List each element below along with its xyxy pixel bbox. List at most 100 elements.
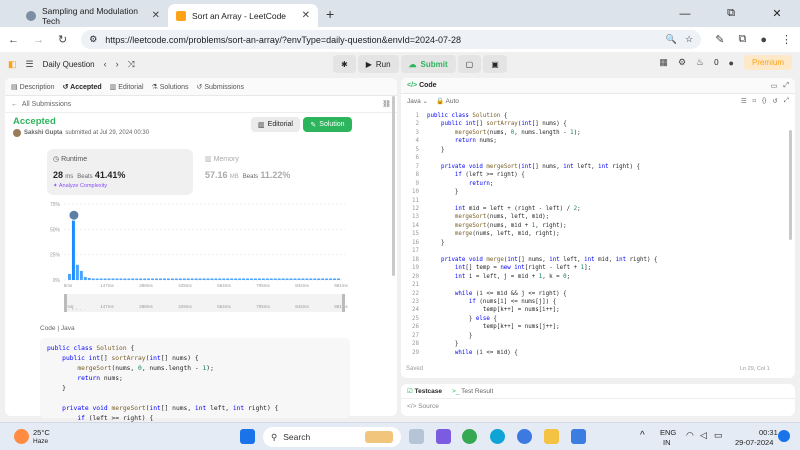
- restore-button[interactable]: ⧉: [708, 7, 754, 20]
- chart-bar[interactable]: [198, 278, 202, 280]
- settings-icon[interactable]: ⚙: [678, 57, 686, 68]
- whiteboard-button[interactable]: ▣: [483, 55, 507, 73]
- minimize-panel-icon[interactable]: ▭: [771, 82, 778, 90]
- tab-submissions[interactable]: ↺ Submissions: [197, 83, 245, 91]
- chart-bar[interactable]: [293, 278, 297, 280]
- slider-handle-right[interactable]: [342, 294, 345, 312]
- runtime-distribution-chart[interactable]: 75% 50% 25% 0%5ms 147ms 288ms 429ms 564ms 705ms 8…: [40, 198, 350, 318]
- chart-bar[interactable]: [238, 278, 242, 280]
- store-icon[interactable]: [571, 429, 586, 444]
- chart-bar[interactable]: [151, 278, 155, 280]
- chart-bar[interactable]: [313, 278, 317, 280]
- close-window-button[interactable]: ✕: [754, 7, 800, 20]
- editor-code[interactable]: public class Solution { public int[] sor…: [427, 112, 658, 357]
- runtime-card[interactable]: ◷ Runtime 28 ms Beats 41.41% ✦ Analyze Co…: [47, 149, 193, 195]
- user-avatar-icon[interactable]: ●: [729, 58, 734, 68]
- chart-bar[interactable]: [123, 278, 127, 280]
- chart-bar[interactable]: [325, 278, 329, 280]
- left-scrollbar[interactable]: [392, 96, 395, 276]
- code-tab[interactable]: </> Code: [407, 82, 437, 89]
- chart-bar[interactable]: [91, 278, 95, 280]
- chart-bar[interactable]: [269, 278, 273, 280]
- list-icon[interactable]: ☰: [26, 59, 34, 70]
- slider-handle-left[interactable]: [64, 294, 67, 312]
- chart-bar[interactable]: [202, 278, 206, 280]
- chart-bar[interactable]: [253, 278, 257, 280]
- next-problem-icon[interactable]: ›: [116, 59, 119, 69]
- bookmark-star-icon[interactable]: ☆: [685, 34, 693, 45]
- leetcode-logo-icon[interactable]: ◧: [8, 59, 17, 70]
- editor-scrollbar[interactable]: [789, 130, 792, 240]
- close-tab-icon[interactable]: ✕: [302, 10, 310, 21]
- windows-start-icon[interactable]: [240, 429, 255, 444]
- chart-bar[interactable]: [190, 278, 194, 280]
- chart-bar[interactable]: [234, 278, 238, 280]
- new-tab-button[interactable]: +: [326, 6, 334, 22]
- forward-icon[interactable]: →: [33, 34, 44, 46]
- chart-bar[interactable]: [214, 278, 218, 280]
- weather-temp[interactable]: 25°C: [33, 428, 50, 437]
- tab-description[interactable]: ▤ Description: [11, 83, 55, 91]
- code-editor[interactable]: 1 2 3 4 5 6 7 8 9 10 11 12 13 14 15 16 1…: [403, 112, 793, 358]
- braces-icon[interactable]: {}: [762, 97, 766, 105]
- chart-bar[interactable]: [329, 278, 333, 280]
- chart-bar[interactable]: [226, 278, 230, 280]
- edge-icon[interactable]: [490, 429, 505, 444]
- chart-bar[interactable]: [222, 278, 226, 280]
- tab-editorial[interactable]: ▥ Editorial: [110, 83, 144, 91]
- chart-bar[interactable]: [321, 278, 325, 280]
- notification-icon[interactable]: [778, 430, 790, 442]
- language-code[interactable]: ENG: [660, 428, 676, 437]
- memory-card[interactable]: ▥ Memory 57.16 MB Beats 11.22%: [199, 149, 345, 195]
- streak-fire-icon[interactable]: ♨: [696, 57, 704, 68]
- chart-bar[interactable]: [194, 278, 198, 280]
- chart-bar[interactable]: [297, 278, 301, 280]
- tab-testcase[interactable]: ☑ Testcase: [407, 387, 442, 395]
- notes-icon[interactable]: ☰: [741, 97, 747, 105]
- submit-button[interactable]: ☁ Submit: [400, 55, 456, 73]
- chart-bar[interactable]: [115, 278, 119, 280]
- chart-bar[interactable]: [186, 278, 190, 280]
- chart-bar[interactable]: [162, 278, 166, 280]
- chart-bar[interactable]: [103, 278, 107, 280]
- chart-bar[interactable]: [242, 278, 246, 280]
- zoom-icon[interactable]: 🔍: [666, 34, 677, 45]
- chart-bar[interactable]: [143, 278, 147, 280]
- meet-icon[interactable]: [436, 429, 451, 444]
- chart-bar[interactable]: [230, 278, 234, 280]
- chart-bar[interactable]: [174, 278, 178, 280]
- chart-bar[interactable]: [83, 276, 87, 280]
- chart-bar[interactable]: [170, 278, 174, 280]
- chart-bar[interactable]: [147, 278, 151, 280]
- source-link[interactable]: </> Source: [401, 399, 795, 414]
- layout-icon[interactable]: ▦: [659, 57, 668, 68]
- chart-bar[interactable]: [127, 278, 131, 280]
- all-submissions-link[interactable]: ← All Submissions ⛓: [5, 96, 397, 113]
- chart-bar[interactable]: [155, 278, 158, 280]
- chart-bar[interactable]: [111, 278, 115, 280]
- wifi-icon[interactable]: ◠: [686, 430, 694, 441]
- chart-bar[interactable]: [99, 278, 103, 280]
- chart-bar[interactable]: [135, 278, 139, 280]
- chart-range-slider[interactable]: [64, 294, 345, 312]
- chart-bar[interactable]: [309, 278, 313, 280]
- chart-bar[interactable]: [246, 278, 249, 280]
- chart-bar[interactable]: [79, 270, 83, 280]
- author-name[interactable]: Sakshi Gupta: [24, 130, 62, 136]
- chart-bar[interactable]: [301, 278, 305, 280]
- reset-icon[interactable]: ↺: [772, 97, 777, 105]
- chart-bar[interactable]: [333, 278, 337, 280]
- chart-bar[interactable]: [210, 278, 214, 280]
- chart-bar[interactable]: [131, 278, 135, 280]
- chart-bar[interactable]: [265, 278, 269, 280]
- chart-bar[interactable]: [178, 278, 182, 280]
- chart-bar[interactable]: [87, 277, 91, 280]
- show-hidden-icons[interactable]: ^: [640, 430, 645, 441]
- chart-bar[interactable]: [317, 278, 321, 280]
- chart-bar[interactable]: [277, 278, 281, 280]
- battery-icon[interactable]: ▭: [714, 430, 723, 441]
- chart-bar[interactable]: [182, 278, 186, 280]
- minimize-button[interactable]: —: [662, 8, 708, 20]
- chart-bar[interactable]: [281, 278, 285, 280]
- tab-test-result[interactable]: >_ Test Result: [452, 388, 493, 395]
